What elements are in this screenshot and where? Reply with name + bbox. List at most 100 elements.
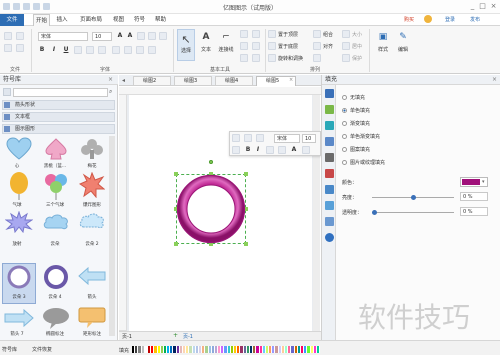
fill-option-single-gradient[interactable]: 单色渐变填充 — [342, 133, 380, 140]
comment-side-icon[interactable] — [325, 217, 334, 226]
float-italic-icon[interactable]: I — [254, 146, 262, 154]
protect-icon[interactable] — [342, 54, 350, 62]
protect-button[interactable]: 保护 — [352, 55, 362, 62]
shadow-side-icon[interactable] — [325, 121, 334, 130]
font-size-combo[interactable]: 10 — [92, 32, 112, 41]
brightness-slider-thumb[interactable] — [411, 195, 416, 200]
fill-side-icon[interactable] — [325, 89, 334, 98]
float-align-icon[interactable] — [266, 146, 274, 154]
tab-close-icon[interactable]: × — [289, 77, 293, 83]
ellipse-callout-shape[interactable] — [42, 307, 70, 329]
group-icon[interactable] — [313, 30, 321, 38]
size-icon[interactable] — [342, 30, 350, 38]
font-color-icon[interactable] — [148, 46, 156, 54]
add-page-icon[interactable]: + — [173, 332, 178, 339]
magenta-ring-shape[interactable] — [176, 174, 246, 244]
edit-button[interactable]: ✎ 编辑 — [394, 29, 412, 61]
cut-icon[interactable] — [4, 32, 12, 40]
float-format-icon[interactable] — [232, 146, 240, 154]
group-button[interactable]: 组合 — [323, 31, 333, 38]
copy-icon[interactable] — [4, 44, 12, 52]
tab-file[interactable]: 文件 — [0, 14, 24, 26]
align-left-icon[interactable] — [112, 46, 120, 54]
image-side-icon[interactable] — [325, 137, 334, 146]
rect-callout-shape[interactable] — [78, 307, 106, 329]
maximize-button[interactable]: □ — [478, 2, 487, 11]
underline-icon[interactable]: U — [62, 46, 70, 54]
tab-help[interactable]: 帮助 — [152, 14, 169, 26]
italic-icon[interactable]: I — [50, 46, 58, 54]
align-center-icon[interactable] — [124, 46, 132, 54]
transparency-slider[interactable] — [372, 212, 454, 213]
cloud4-ring-shape[interactable] — [44, 265, 68, 289]
search-icon[interactable]: ⌕ — [109, 88, 112, 96]
club-shape[interactable] — [79, 137, 105, 161]
text-color-icon[interactable] — [137, 32, 145, 40]
library-section-textbox[interactable]: 文本框 — [2, 112, 115, 122]
balloon-shape[interactable] — [8, 172, 30, 200]
color-dropdown-icon[interactable]: ▾ — [482, 179, 485, 185]
rectangle-tool-icon[interactable] — [240, 42, 248, 50]
heart-shape[interactable] — [5, 137, 33, 161]
library-search-input[interactable] — [13, 88, 108, 97]
polygon-tool-icon[interactable] — [240, 54, 248, 62]
help-side-icon[interactable] — [325, 233, 334, 242]
doc-tab-2[interactable]: 绘图3 — [174, 76, 212, 86]
rotate-handle[interactable] — [209, 160, 213, 164]
cloud3-ring-shape[interactable] — [7, 265, 31, 289]
layer-side-icon[interactable] — [325, 201, 334, 210]
float-more-icon[interactable] — [302, 146, 310, 154]
tabs-menu-icon[interactable]: ◂ — [122, 77, 125, 84]
float-fill-icon[interactable] — [244, 134, 252, 142]
paste-icon[interactable] — [16, 32, 24, 40]
arrow7-shape[interactable] — [4, 309, 34, 327]
bring-front-button[interactable]: 置于顶层 — [278, 31, 298, 38]
burst-shape[interactable] — [5, 211, 33, 233]
buy-link[interactable]: 购买 — [404, 16, 414, 23]
float-style-icon[interactable] — [232, 134, 240, 142]
library-section-illustrations[interactable]: 图示图形 — [2, 124, 115, 134]
align-button[interactable]: 对齐 — [323, 43, 333, 50]
bold-icon[interactable]: B — [38, 46, 46, 54]
three-balloons-shape[interactable] — [43, 172, 69, 200]
highlight-icon[interactable] — [148, 32, 156, 40]
bullet-list-icon[interactable] — [136, 46, 144, 54]
distribute-icon[interactable] — [313, 54, 321, 62]
align-icon[interactable] — [313, 42, 321, 50]
grid-side-icon[interactable] — [325, 153, 334, 162]
font-name-combo[interactable]: 宋体 — [38, 32, 88, 41]
page-tab-current[interactable]: 页-1 — [122, 333, 132, 340]
center-button[interactable]: 居中 — [352, 43, 362, 50]
cloud2-shape[interactable] — [78, 211, 106, 231]
fill-option-pattern[interactable]: 图案填充 — [342, 146, 370, 153]
clear-format-icon[interactable] — [159, 32, 167, 40]
explosion-shape[interactable] — [79, 172, 105, 198]
library-tab-symbol[interactable]: 符号库 — [2, 346, 17, 353]
palette-swatch[interactable] — [316, 346, 321, 353]
page-tab-second[interactable]: 页-1 — [183, 333, 193, 340]
line-side-icon[interactable] — [325, 105, 334, 114]
float-size-combo[interactable]: 10 — [302, 134, 316, 143]
grow-font-icon[interactable]: A — [116, 32, 124, 40]
close-button[interactable]: × — [489, 2, 498, 11]
transparency-input[interactable]: 0 % — [460, 207, 488, 216]
fill-option-none[interactable]: 无填充 — [342, 94, 365, 101]
size-button[interactable]: 大小 — [352, 31, 362, 38]
doc-tab-3[interactable]: 绘图4 — [215, 76, 253, 86]
data-side-icon[interactable] — [325, 185, 334, 194]
library-section-arrows[interactable]: 箭头形状 — [2, 100, 115, 110]
brightness-input[interactable]: 0 % — [460, 192, 488, 201]
format-painter-icon[interactable] — [16, 44, 24, 52]
fill-option-solid[interactable]: 单色填充 — [342, 107, 370, 114]
connector-tool[interactable]: ⌐ 连接线 — [216, 29, 236, 61]
library-close-icon[interactable]: × — [108, 76, 113, 83]
float-list-icon[interactable] — [278, 146, 286, 154]
library-scrollbar[interactable] — [109, 136, 115, 336]
tab-page-layout[interactable]: 页面布局 — [76, 14, 106, 26]
float-bold-icon[interactable]: B — [244, 146, 252, 154]
strikethrough-icon[interactable] — [74, 46, 82, 54]
text-tool[interactable]: A 文本 — [198, 29, 214, 61]
login-link[interactable]: 登录 — [445, 16, 455, 23]
center-icon[interactable] — [342, 42, 350, 50]
hyperlink-side-icon[interactable] — [325, 169, 334, 178]
